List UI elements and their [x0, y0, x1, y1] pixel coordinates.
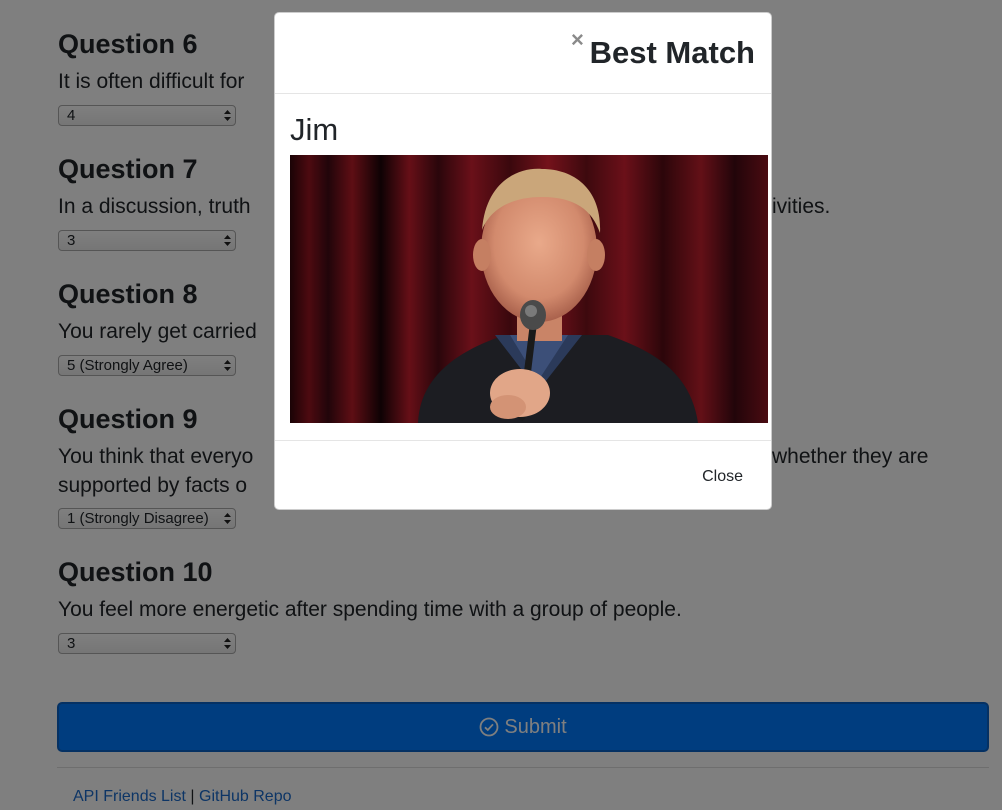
match-name: Jim	[290, 112, 339, 147]
modal-footer: Close	[275, 440, 771, 509]
modal-header: × Best Match	[275, 13, 771, 94]
modal-title: Best Match	[589, 35, 755, 70]
close-icon[interactable]: ×	[571, 29, 584, 51]
close-button[interactable]: Close	[702, 468, 743, 486]
best-match-modal: × Best Match Jim Close	[274, 12, 772, 510]
match-photo	[290, 155, 768, 423]
